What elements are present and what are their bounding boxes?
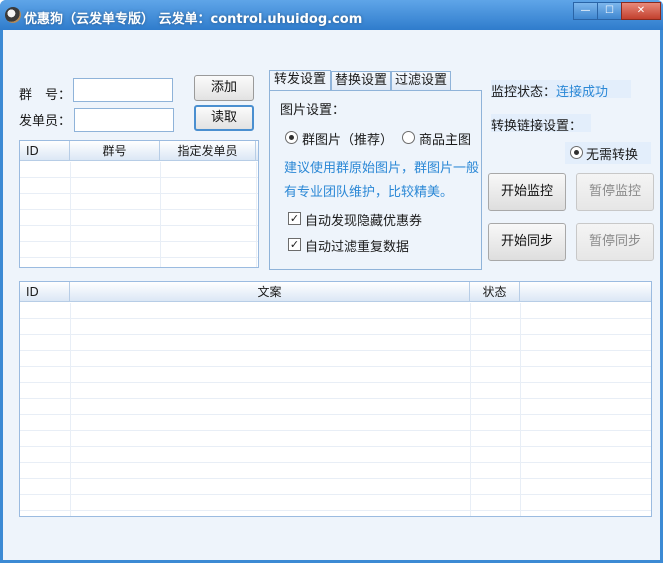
copy-table-body (20, 303, 651, 516)
add-button[interactable]: 添加 (194, 75, 254, 101)
copy-table[interactable]: ID 文案 状态 (19, 281, 652, 517)
group-col-id[interactable]: ID (20, 141, 70, 161)
filter-duplicate-label[interactable]: 自动过滤重复数据 (305, 236, 409, 255)
minimize-button[interactable]: — (573, 2, 598, 20)
column-divider (160, 162, 161, 267)
product-image-radio[interactable] (402, 131, 415, 144)
client-area: 群 号： 发单员： 添加 读取 ID 群号 指定发单员 转发设置 替换设置 过滤… (3, 30, 660, 560)
group-number-input[interactable] (73, 78, 173, 102)
sender-label: 发单员： (19, 114, 72, 129)
group-image-label[interactable]: 群图片（推荐） (302, 129, 393, 148)
start-sync-button[interactable]: 开始同步 (488, 223, 566, 261)
group-col-number[interactable]: 群号 (70, 141, 160, 161)
hidden-coupon-checkbox[interactable]: ✓ (288, 212, 301, 225)
product-image-label[interactable]: 商品主图 (419, 129, 471, 148)
no-convert-label[interactable]: 无需转换 (586, 144, 638, 163)
column-divider (70, 162, 71, 267)
copy-col-text[interactable]: 文案 (70, 282, 470, 302)
column-divider (256, 162, 257, 267)
tab-forward-settings[interactable]: 转发设置 (269, 70, 331, 91)
monitor-status-value: 连接成功 (556, 85, 609, 100)
copy-col-status[interactable]: 状态 (470, 282, 520, 302)
monitor-status-label-text: 监控状态： (491, 85, 557, 100)
monitor-status-label: 监控状态：连接成功 (491, 81, 608, 100)
app-logo-icon (5, 7, 21, 23)
group-table-body (20, 162, 258, 267)
hint-text-line2: 有专业团队维护，比较精美。 (284, 185, 454, 200)
tab-filter-settings[interactable]: 过滤设置 (391, 71, 451, 91)
column-divider (520, 303, 521, 516)
group-col-sender[interactable]: 指定发单员 (160, 141, 256, 161)
pause-sync-button[interactable]: 暂停同步 (576, 223, 654, 261)
copy-col-id[interactable]: ID (20, 282, 70, 302)
column-divider (470, 303, 471, 516)
image-setting-label: 图片设置： (280, 103, 346, 118)
start-monitor-button[interactable]: 开始监控 (488, 173, 566, 211)
hidden-coupon-label[interactable]: 自动发现隐藏优惠券 (305, 210, 422, 229)
group-image-radio[interactable] (285, 131, 298, 144)
hint-text-line1: 建议使用群原始图片，群图片一般 (284, 161, 480, 176)
sender-input[interactable] (74, 108, 174, 132)
maximize-button[interactable]: ☐ (597, 2, 622, 20)
title-bar[interactable]: 优惠狗（云发单专版） 云发单：control.uhuidog.com — ☐ ✕ (0, 0, 663, 30)
group-table[interactable]: ID 群号 指定发单员 (19, 140, 259, 268)
tab-replace-settings[interactable]: 替换设置 (331, 71, 391, 91)
app-window: 优惠狗（云发单专版） 云发单：control.uhuidog.com — ☐ ✕… (0, 0, 663, 563)
read-button[interactable]: 读取 (194, 105, 254, 131)
column-divider (70, 303, 71, 516)
pause-monitor-button[interactable]: 暂停监控 (576, 173, 654, 211)
copy-table-header: ID 文案 状态 (20, 282, 651, 302)
filter-duplicate-checkbox[interactable]: ✓ (288, 238, 301, 251)
close-button[interactable]: ✕ (621, 2, 661, 20)
no-convert-radio[interactable] (570, 146, 583, 159)
window-title: 优惠狗（云发单专版） 云发单：control.uhuidog.com (24, 12, 363, 27)
link-convert-label: 转换链接设置： (491, 119, 583, 134)
group-table-header: ID 群号 指定发单员 (20, 141, 258, 161)
group-number-label: 群 号： (19, 88, 72, 103)
forward-settings-panel: 图片设置： 群图片（推荐） 商品主图 建议使用群原始图片，群图片一般 有专业团队… (269, 90, 482, 270)
